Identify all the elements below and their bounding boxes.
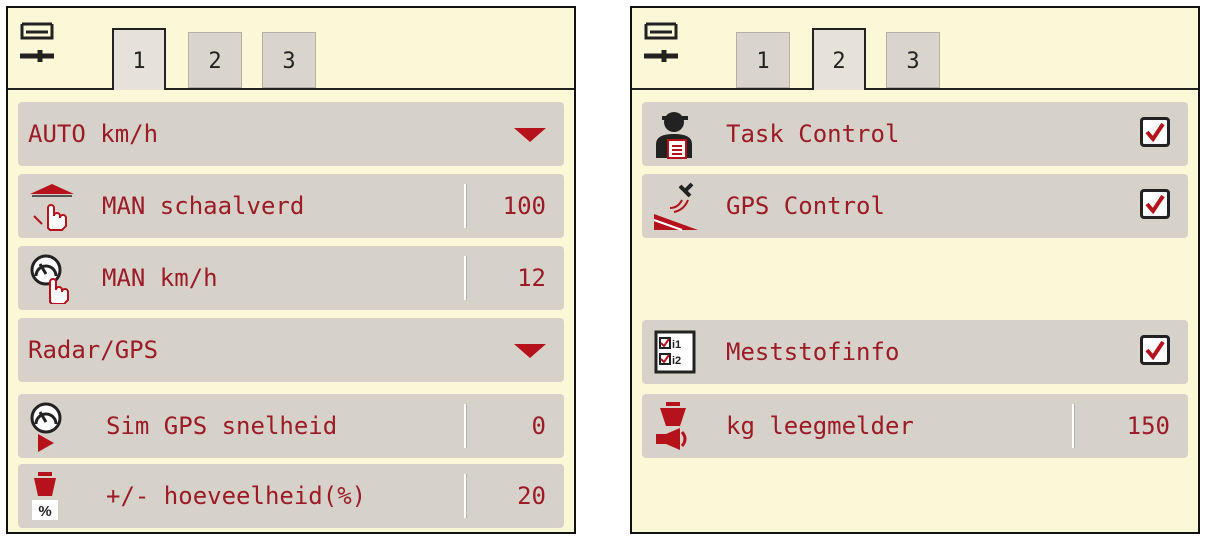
empty-alarm-value: 150: [1126, 412, 1170, 440]
value-separator: [464, 184, 466, 228]
quantity-label: +/- hoeveelheid(%): [106, 482, 367, 510]
checkbox-checked-icon: [1145, 340, 1165, 361]
fertilizer-info-checkbox[interactable]: [1140, 335, 1170, 365]
fertilizer-info-icon: i1 i2: [654, 330, 696, 374]
value-separator: [464, 474, 466, 518]
task-control-checkbox[interactable]: [1140, 117, 1170, 147]
quantity-row[interactable]: % +/- hoeveelheid(%) 20: [18, 464, 564, 528]
empty-alarm-label: kg leegmelder: [726, 412, 914, 440]
tab-2[interactable]: 2: [812, 28, 866, 90]
man-scale-label: MAN schaalverd: [102, 192, 305, 220]
settings-wrench-icon: [20, 22, 54, 62]
speedometer-sim-icon: [30, 402, 62, 452]
checkbox-checked-icon: [1145, 194, 1165, 215]
radar-gps-dropdown[interactable]: Radar/GPS: [18, 318, 564, 382]
sim-gps-label: Sim GPS snelheid: [106, 412, 338, 440]
quantity-percent-icon: %: [32, 472, 58, 520]
radar-gps-label: Radar/GPS: [28, 336, 159, 364]
gps-control-icon: [653, 182, 698, 231]
settings-panel-page-1: 1 2 3 AUTO km/h MAN schaalverd 100 MAN k…: [6, 6, 576, 534]
tab-1[interactable]: 1: [736, 32, 790, 88]
man-scale-value: 100: [502, 192, 546, 220]
checkbox-checked-icon: [1145, 122, 1165, 143]
sim-gps-row[interactable]: Sim GPS snelheid 0: [18, 394, 564, 458]
man-speed-row[interactable]: MAN km/h 12: [18, 246, 564, 310]
value-separator: [1072, 404, 1074, 448]
tab-1[interactable]: 1: [112, 28, 166, 90]
fertilizer-info-row[interactable]: i1 i2 Meststofinfo: [642, 320, 1188, 384]
man-speed-label: MAN km/h: [102, 264, 218, 292]
hand-speedometer-icon: [30, 254, 69, 304]
sim-gps-value: 0: [531, 412, 546, 440]
man-speed-value: 12: [517, 264, 546, 292]
settings-wrench-icon: [644, 22, 678, 62]
auto-speed-dropdown[interactable]: AUTO km/h: [18, 102, 564, 166]
task-control-label: Task Control: [726, 120, 900, 148]
panel-header: 1 2 3: [632, 8, 1198, 90]
tab-3[interactable]: 3: [262, 32, 316, 88]
header-divider: [632, 88, 1198, 90]
tab-2[interactable]: 2: [188, 32, 242, 88]
quantity-value: 20: [517, 482, 546, 510]
info-text-1: i1: [672, 339, 681, 351]
auto-speed-label: AUTO km/h: [28, 120, 159, 148]
gps-control-label: GPS Control: [726, 192, 885, 220]
gps-control-row[interactable]: GPS Control: [642, 174, 1188, 238]
gps-control-checkbox[interactable]: [1140, 189, 1170, 219]
header-divider: [8, 88, 574, 90]
hand-scale-icon: [30, 184, 74, 231]
info-text-2: i2: [672, 355, 681, 367]
value-separator: [464, 256, 466, 300]
svg-text:%: %: [38, 503, 51, 520]
value-separator: [464, 404, 466, 448]
fertilizer-info-label: Meststofinfo: [726, 338, 900, 366]
settings-panel-page-2: 1 2 3 Task Control GPS Control i1 i2 Mes…: [630, 6, 1200, 534]
panel-header: 1 2 3: [8, 8, 574, 90]
dropdown-arrow-icon: [514, 128, 546, 142]
operator-icon: [656, 112, 692, 159]
task-control-row[interactable]: Task Control: [642, 102, 1188, 166]
empty-alarm-row[interactable]: kg leegmelder 150: [642, 394, 1188, 458]
man-scale-row[interactable]: MAN schaalverd 100: [18, 174, 564, 238]
dropdown-arrow-icon: [514, 344, 546, 358]
hopper-alarm-icon: [656, 402, 687, 450]
tab-3[interactable]: 3: [886, 32, 940, 88]
